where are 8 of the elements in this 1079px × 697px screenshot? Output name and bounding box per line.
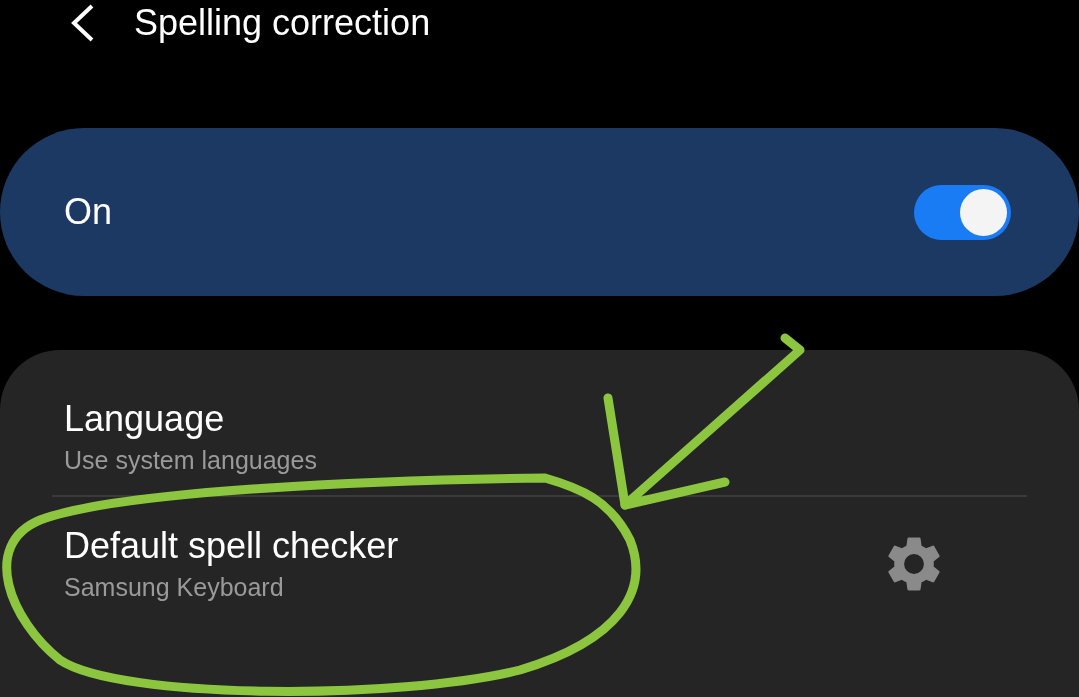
setting-title[interactable]: Language <box>64 398 317 440</box>
toggle-switch[interactable] <box>914 184 1011 240</box>
screen-title: Spelling correction <box>134 2 431 44</box>
switch-label: On <box>64 191 113 233</box>
master-switch-bar[interactable]: On <box>0 128 1079 296</box>
setting-subtitle: Use system languages <box>64 446 317 475</box>
setting-title[interactable]: Default spell checker <box>64 525 399 567</box>
setting-subtitle: Samsung Keyboard <box>64 573 285 602</box>
